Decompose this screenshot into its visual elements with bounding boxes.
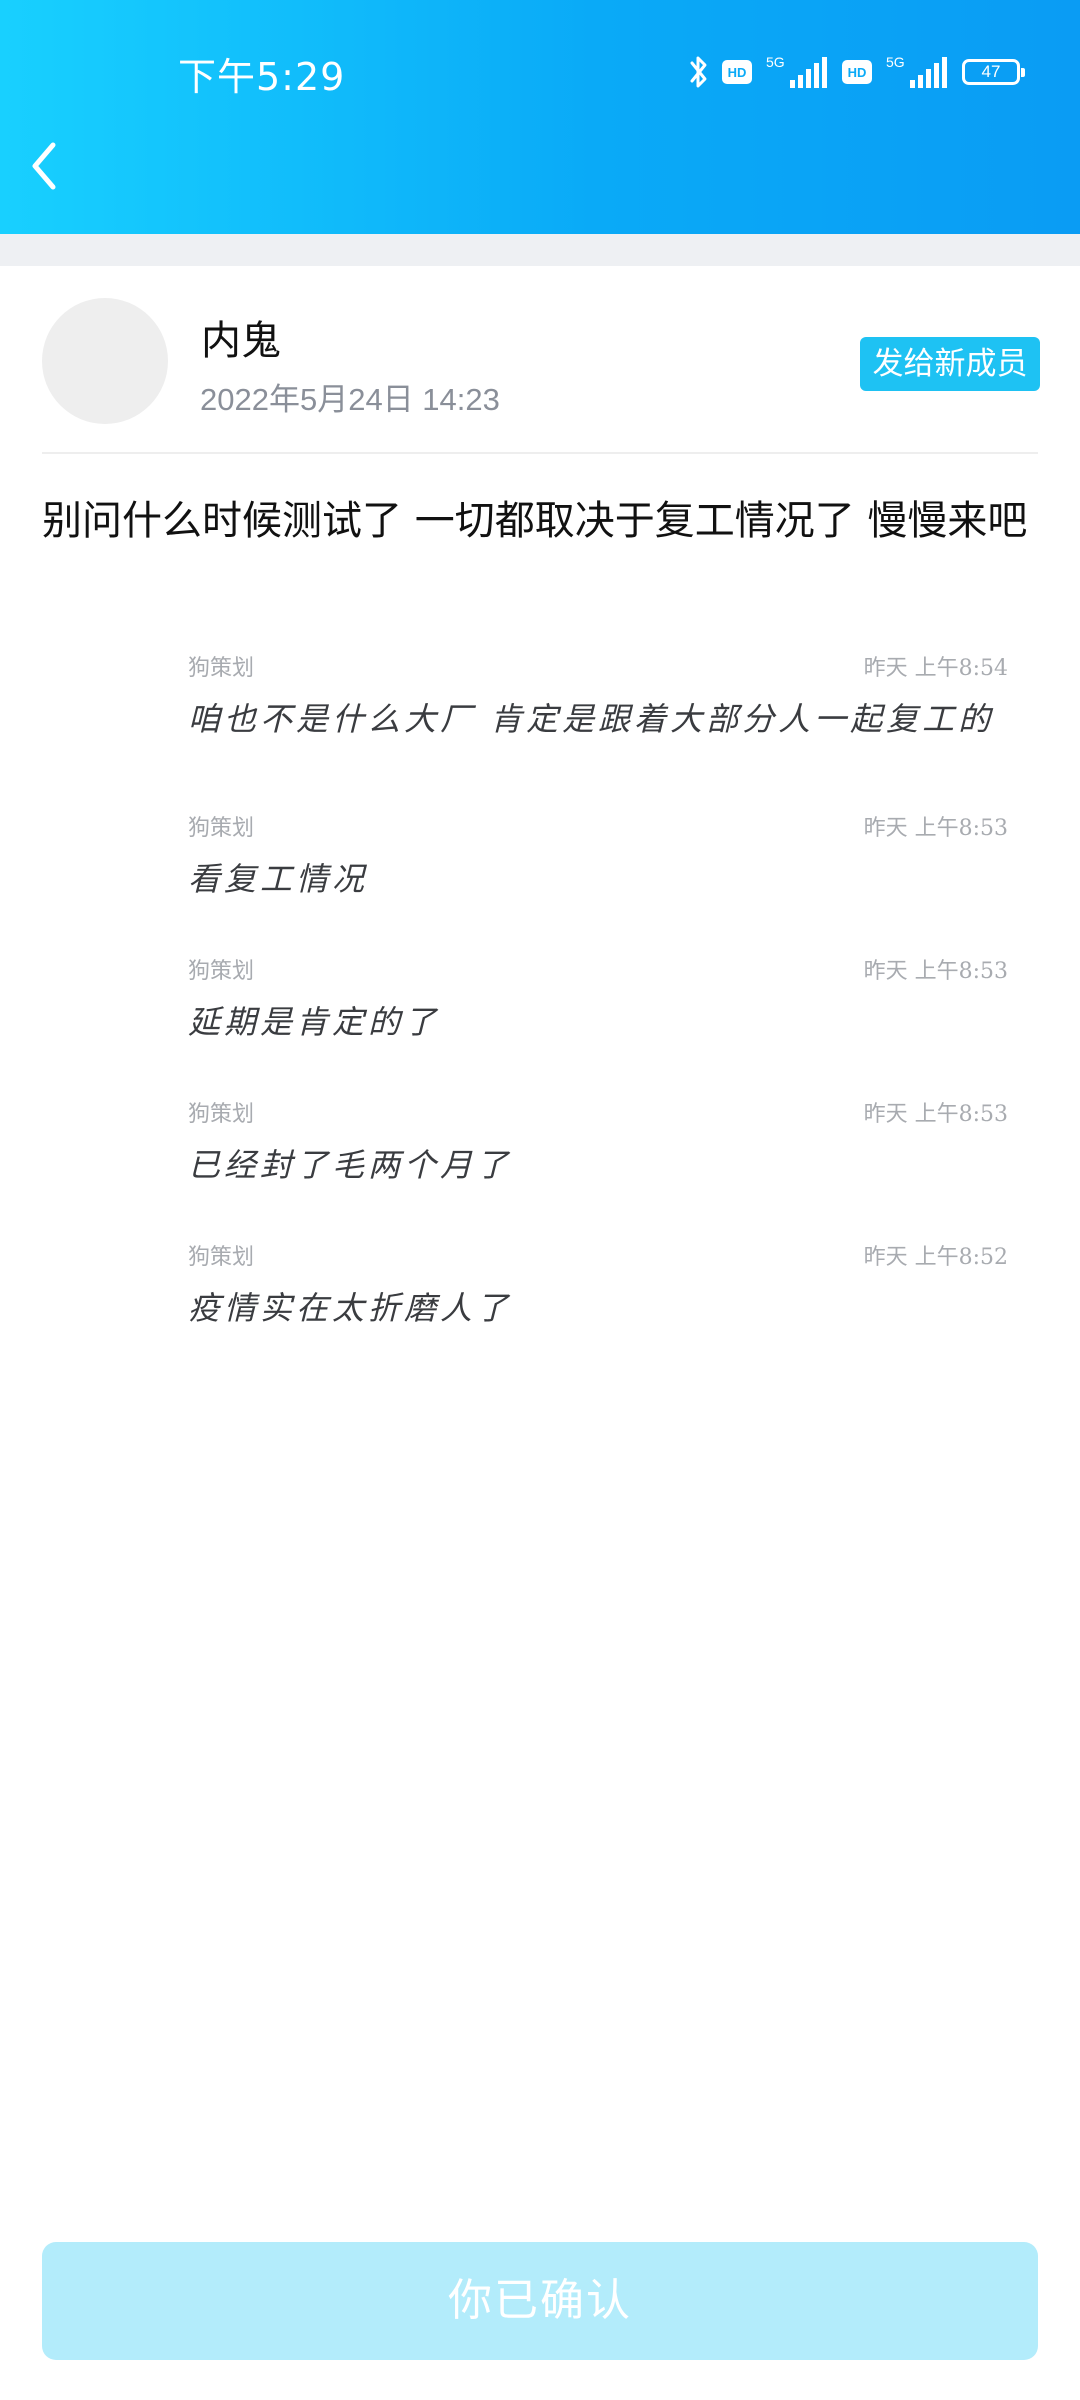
- screen: 下午5:29 HD 5G HD 5G 47 内鬼 2022年5月24日 14:2…: [0, 0, 1080, 2400]
- svg-text:HD: HD: [848, 65, 867, 80]
- back-button[interactable]: [14, 132, 74, 204]
- battery-level: 47: [981, 62, 1001, 81]
- chat-text: 咱也不是什么大厂 肯定是跟着大部分人一起复工的: [188, 700, 995, 738]
- chat-sender: 狗策划: [188, 959, 255, 984]
- hd-badge-icon: HD: [842, 60, 872, 84]
- chat-sender: 狗策划: [188, 816, 255, 841]
- svg-text:5G: 5G: [886, 54, 905, 70]
- signal-icon: 5G: [764, 54, 830, 90]
- avatar[interactable]: [42, 298, 168, 424]
- chat-text: 延期是肯定的了: [188, 1003, 441, 1041]
- chat-sender: 狗策划: [188, 1245, 255, 1270]
- author-name: 内鬼: [201, 318, 281, 364]
- chat-time: 昨天 上午8:53: [863, 816, 1008, 841]
- post-date: 2022年5月24日 14:23: [200, 382, 500, 417]
- send-to-new-member-button[interactable]: 发给新成员: [860, 337, 1040, 391]
- svg-text:5G: 5G: [766, 54, 785, 70]
- status-icons: HD 5G HD 5G 47: [688, 52, 1025, 92]
- section-separator: [0, 234, 1080, 266]
- chat-text: 看复工情况: [188, 860, 369, 898]
- chat-text: 已经封了毛两个月了: [188, 1146, 513, 1184]
- chat-time: 昨天 上午8:54: [863, 656, 1008, 681]
- confirmed-button[interactable]: 你已确认: [42, 2242, 1038, 2360]
- chat-time: 昨天 上午8:52: [863, 1245, 1008, 1270]
- hd-badge-icon: HD: [722, 60, 752, 84]
- bluetooth-icon: [688, 54, 710, 90]
- post-body: 别问什么时候测试了 一切都取决于复工情况了 慢慢来吧: [42, 498, 1028, 544]
- chat-sender: 狗策划: [188, 656, 255, 681]
- chat-time: 昨天 上午8:53: [863, 1102, 1008, 1127]
- chat-time: 昨天 上午8:53: [863, 959, 1008, 984]
- divider: [42, 452, 1038, 454]
- battery-icon: 47: [962, 59, 1025, 85]
- header-bar: 下午5:29 HD 5G HD 5G 47: [0, 0, 1080, 234]
- chevron-left-icon: [29, 141, 59, 195]
- chat-text: 疫情实在太折磨人了: [188, 1289, 513, 1327]
- svg-text:HD: HD: [728, 65, 747, 80]
- chat-screenshot-image: 狗策划 昨天 上午8:54 咱也不是什么大厂 肯定是跟着大部分人一起复工的 狗策…: [188, 650, 1008, 1370]
- chat-sender: 狗策划: [188, 1102, 255, 1127]
- status-time: 下午5:29: [178, 55, 346, 99]
- signal-icon: 5G: [884, 54, 950, 90]
